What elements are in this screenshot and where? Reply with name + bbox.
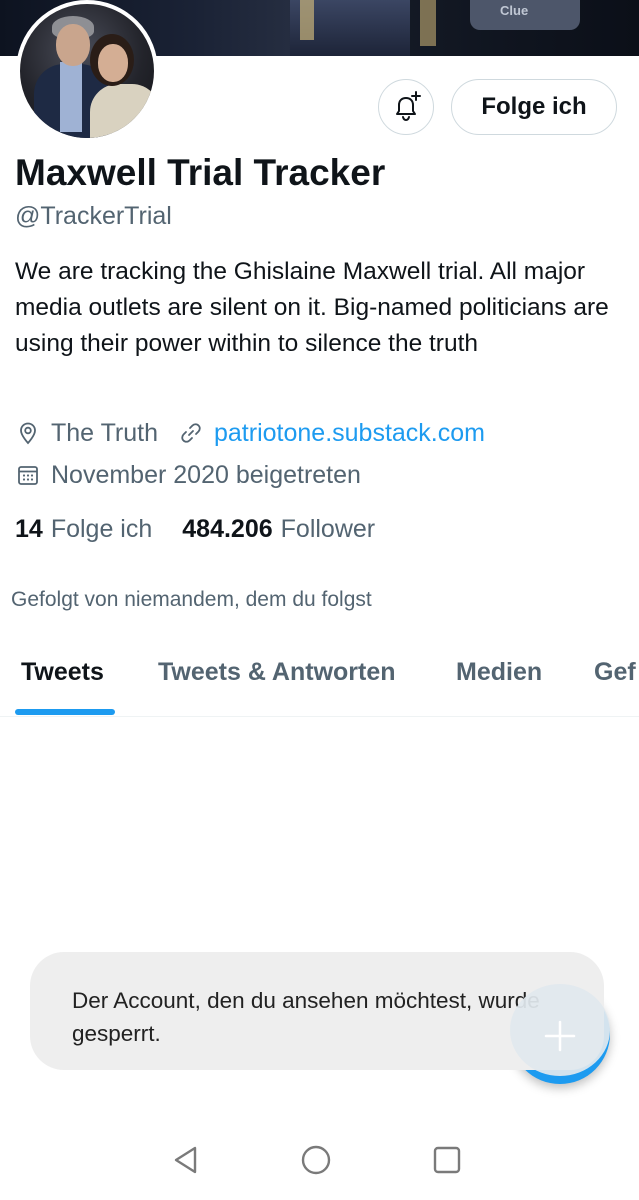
toast-message: Der Account, den du ansehen möchtest, wu… <box>72 988 540 1046</box>
location-pin-icon <box>15 420 41 446</box>
tab-tweets-replies[interactable]: Tweets & Antworten <box>158 658 396 687</box>
tab-tweets[interactable]: Tweets <box>21 658 104 687</box>
profile-joined-date: November 2020 beigetreten <box>51 460 361 489</box>
profile-name: Maxwell Trial Tracker <box>15 152 386 193</box>
system-recents-button[interactable] <box>427 1140 467 1180</box>
home-circle-icon <box>301 1145 331 1175</box>
plus-icon <box>544 1020 576 1052</box>
active-tab-indicator <box>15 709 115 715</box>
banner-sign: Clue <box>470 0 580 30</box>
avatar-person2-body <box>90 84 154 138</box>
following-label: Folge ich <box>50 515 153 543</box>
bell-plus-icon <box>396 91 421 122</box>
profile-location: The Truth <box>51 418 158 447</box>
calendar-icon <box>15 462 41 488</box>
system-home-button[interactable] <box>296 1140 336 1180</box>
back-triangle-icon <box>174 1146 197 1174</box>
avatar-person-shirt <box>60 62 82 132</box>
profile-counts: 14 Folge ich 484.206 Follower <box>15 515 375 544</box>
profile-handle: @TrackerTrial <box>15 202 172 230</box>
profile-website-link[interactable]: patriotone.substack.com <box>214 419 485 448</box>
follow-button[interactable]: Folge ich <box>451 79 617 135</box>
followers-label: Follower <box>280 515 376 543</box>
tab-media[interactable]: Medien <box>456 658 542 687</box>
followed-by-text: Gefolgt von niemandem, dem du folgst <box>11 588 372 611</box>
followers-count: 484.206 <box>182 515 273 543</box>
recents-square-icon <box>433 1146 461 1174</box>
profile-bio: We are tracking the Ghislaine Maxwell tr… <box>15 258 609 357</box>
tab-likes[interactable]: Gef <box>594 658 636 687</box>
banner-fringe <box>420 0 436 46</box>
following-count: 14 <box>15 515 43 543</box>
following-link[interactable]: 14 Folge ich <box>15 515 152 544</box>
profile-meta-location-website: The Truth patriotone.substack.com <box>15 418 485 448</box>
system-back-button[interactable] <box>166 1140 206 1180</box>
avatar-person-face <box>56 24 90 66</box>
banner-sign-text: Clue <box>500 3 529 18</box>
profile-meta-joined: November 2020 beigetreten <box>15 460 361 490</box>
notification-button[interactable] <box>378 79 434 135</box>
followers-link[interactable]: 484.206 Follower <box>182 515 375 544</box>
avatar-person2-face <box>98 44 128 82</box>
banner-fringe <box>300 0 314 40</box>
link-icon <box>178 420 204 446</box>
profile-tabs: Tweets Tweets & Antworten Medien Gef <box>0 640 639 717</box>
profile-avatar[interactable] <box>16 0 158 142</box>
system-navigation-bar <box>0 1120 639 1200</box>
